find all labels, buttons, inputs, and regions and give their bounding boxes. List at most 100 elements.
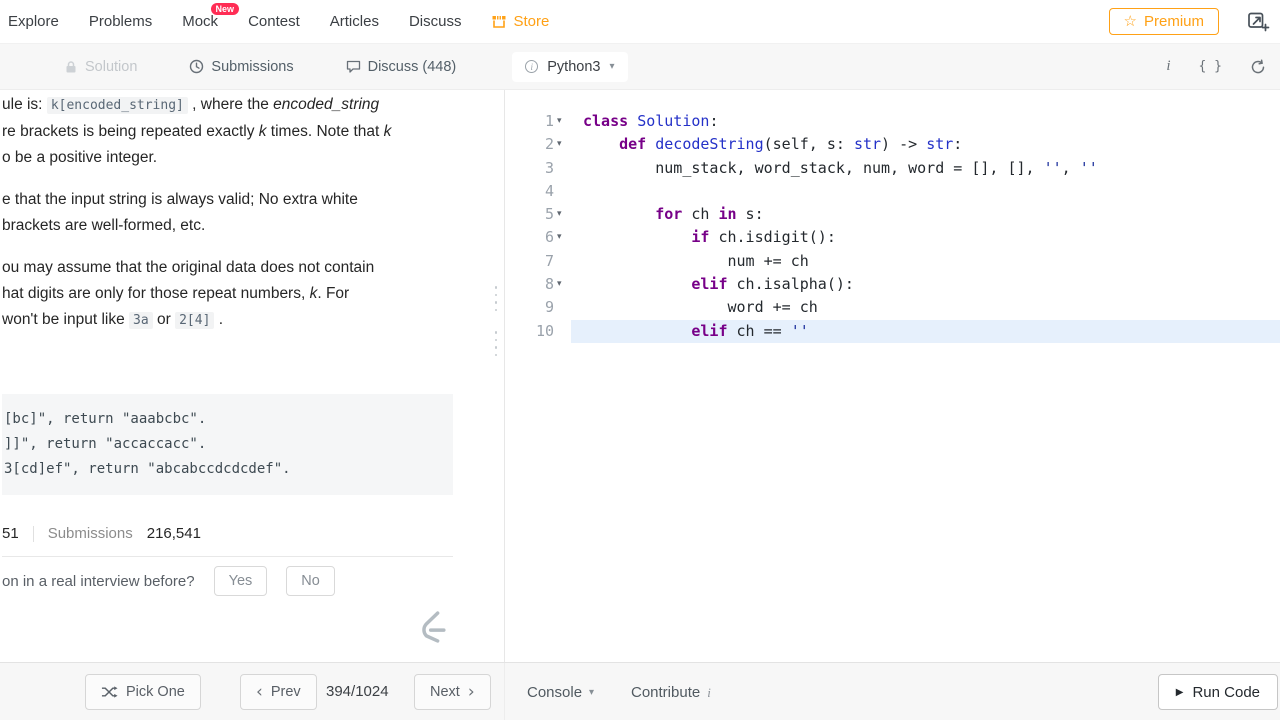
panel-resizer[interactable] bbox=[492, 286, 500, 356]
premium-button[interactable]: ☆ Premium bbox=[1108, 8, 1219, 35]
nav-links: Explore Problems Mock New Contest Articl… bbox=[8, 3, 549, 30]
problem-line: e that the input string is always valid;… bbox=[2, 187, 451, 213]
text-segment: or bbox=[152, 311, 176, 328]
editor-line[interactable]: 8 ▾ elif ch.isalpha(): bbox=[505, 273, 1280, 296]
contribute-link[interactable]: Contribute i bbox=[631, 684, 711, 701]
problem-panel: ule is: k[encoded_string] , where the en… bbox=[0, 90, 495, 662]
line-gutter: 1 ▾ bbox=[505, 110, 571, 133]
store-label: Store bbox=[513, 13, 550, 30]
editor-line[interactable]: 7 num += ch bbox=[505, 250, 1280, 273]
editor-line[interactable]: 5 ▾ for ch in s: bbox=[505, 203, 1280, 226]
next-button[interactable]: Next › bbox=[414, 674, 491, 710]
nav-discuss[interactable]: Discuss bbox=[409, 13, 462, 30]
fold-icon[interactable]: ▾ bbox=[554, 133, 571, 156]
problem-content: ule is: k[encoded_string] , where the en… bbox=[0, 90, 453, 596]
line-gutter: 2 ▾ bbox=[505, 133, 571, 156]
resizer-dots bbox=[492, 286, 500, 311]
editor-line[interactable]: 6 ▾ if ch.isdigit(): bbox=[505, 226, 1280, 249]
problem-line: hat digits are only for those repeat num… bbox=[2, 281, 451, 307]
line-gutter: 4 bbox=[505, 180, 571, 203]
tab-submissions[interactable]: Submissions bbox=[163, 44, 319, 89]
code-token: word += ch bbox=[583, 298, 818, 317]
info-icon[interactable]: i bbox=[1166, 58, 1170, 75]
problem-line: o be a positive integer. bbox=[2, 145, 451, 171]
shuffle-icon bbox=[101, 685, 118, 699]
editor-line[interactable]: 10 elif ch == '' bbox=[505, 319, 1280, 343]
line-number: 8 bbox=[544, 275, 554, 294]
chevron-down-icon: ▾ bbox=[589, 687, 595, 698]
nav-explore[interactable]: Explore bbox=[8, 13, 59, 30]
yes-button[interactable]: Yes bbox=[213, 566, 268, 596]
text-segment: . bbox=[214, 311, 224, 328]
inline-code: 3a bbox=[129, 312, 153, 329]
example-line: ]]", return "accaccacc". bbox=[4, 436, 207, 452]
premium-label: Premium bbox=[1143, 13, 1204, 30]
new-badge: New bbox=[210, 3, 240, 15]
problem-line: ule is: k[encoded_string] , where the en… bbox=[2, 92, 451, 119]
code-token: s: bbox=[736, 205, 764, 224]
line-gutter: 3 bbox=[505, 157, 571, 180]
editor-line[interactable]: 4 bbox=[505, 180, 1280, 203]
run-code-button[interactable]: ▶ Run Code bbox=[1157, 674, 1278, 710]
tab-submissions-label: Submissions bbox=[211, 58, 294, 75]
fold-icon[interactable]: ▾ bbox=[554, 110, 571, 133]
chevron-right-icon: › bbox=[467, 681, 475, 702]
line-number: 10 bbox=[535, 321, 554, 340]
text-segment: . For bbox=[317, 285, 350, 302]
editor-line[interactable]: 2 ▾ def decodeString(self, s: str) -> str… bbox=[505, 133, 1280, 156]
format-code-icon[interactable]: { } bbox=[1199, 59, 1222, 74]
no-button[interactable]: No bbox=[286, 566, 335, 596]
editor-lines: 1 ▾ class Solution: 2 ▾ def decodeString(sel… bbox=[505, 110, 1280, 343]
nav-contest[interactable]: Contest bbox=[248, 13, 300, 30]
code-token: str bbox=[926, 135, 954, 154]
code-text: if ch.isdigit(): bbox=[571, 226, 1280, 249]
editor-line[interactable]: 9 word += ch bbox=[505, 296, 1280, 319]
code-token: Solution bbox=[637, 112, 710, 130]
code-token: for bbox=[655, 205, 683, 224]
tab-solution[interactable]: Solution bbox=[38, 44, 163, 89]
line-number: 7 bbox=[544, 251, 554, 270]
console-label: Console bbox=[527, 684, 583, 701]
horizontal-divider bbox=[2, 556, 453, 557]
italic-text: k bbox=[258, 123, 267, 140]
code-text: word += ch bbox=[571, 296, 1280, 319]
info-icon: i bbox=[707, 684, 711, 700]
editor-toolbar: Solution Submissions Discuss (448) i Pyt… bbox=[0, 44, 1280, 90]
pick-one-label: Pick One bbox=[126, 684, 185, 700]
star-icon: ☆ bbox=[1123, 13, 1137, 30]
editor-line[interactable]: 1 ▾ class Solution: bbox=[505, 110, 1280, 133]
editor-line[interactable]: 3 num_stack, word_stack, num, word = [],… bbox=[505, 157, 1280, 180]
fold-icon[interactable]: ▾ bbox=[554, 226, 571, 249]
nav-problems[interactable]: Problems bbox=[89, 13, 152, 30]
nav-store[interactable]: Store bbox=[491, 13, 549, 30]
code-token: : bbox=[709, 112, 719, 130]
fold-icon[interactable]: ▾ bbox=[554, 203, 571, 226]
bottom-bar: Pick One ‹ Prev 394/1024 Next › Console … bbox=[0, 662, 1280, 720]
line-number: 9 bbox=[544, 298, 554, 317]
prev-button[interactable]: ‹ Prev bbox=[240, 674, 317, 710]
language-selector[interactable]: i Python3 ▾ bbox=[512, 51, 628, 82]
code-editor[interactable]: 1 ▾ class Solution: 2 ▾ def decodeString(sel… bbox=[505, 90, 1280, 662]
chevron-left-icon: ‹ bbox=[256, 681, 263, 702]
nav-mock[interactable]: Mock New bbox=[182, 3, 240, 30]
tab-discuss[interactable]: Discuss (448) bbox=[320, 44, 483, 89]
code-token: : bbox=[953, 135, 963, 154]
nav-articles[interactable]: Articles bbox=[330, 13, 379, 30]
example-line: 3[cd]ef", return "abcabccdcdcdef". bbox=[4, 461, 291, 477]
interview-question: on in a real interview before? bbox=[2, 572, 195, 590]
reset-code-icon[interactable] bbox=[1250, 59, 1266, 75]
problem-paragraph: ule is: k[encoded_string] , where the en… bbox=[2, 92, 451, 171]
language-value: Python3 bbox=[547, 58, 601, 75]
line-number: 1 bbox=[544, 112, 554, 130]
code-token: class bbox=[583, 112, 629, 130]
code-text: num += ch bbox=[571, 250, 1280, 273]
toolbar-right-icons: i { } bbox=[1166, 58, 1280, 75]
fold-icon[interactable]: ▾ bbox=[554, 273, 571, 296]
signup-icon[interactable] bbox=[1247, 10, 1270, 33]
pick-one-button[interactable]: Pick One bbox=[85, 674, 201, 710]
console-toggle[interactable]: Console ▾ bbox=[527, 684, 594, 701]
